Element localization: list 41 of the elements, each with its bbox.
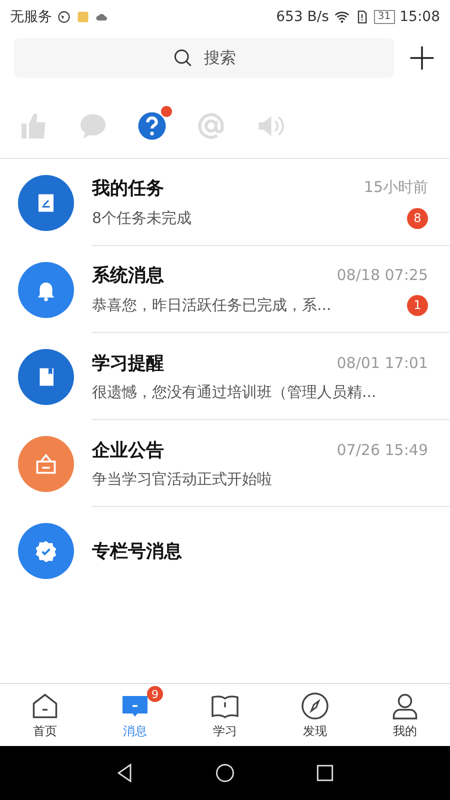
nav-tab[interactable]: 消息 9 [90,684,180,746]
battery-level: 31 [374,10,395,24]
question-icon[interactable] [137,111,167,141]
search-placeholder: 搜索 [204,48,236,68]
message-title: 企业公告 [92,438,164,462]
globe-icon [57,10,71,24]
nav-tab[interactable]: 首页 [0,684,90,746]
app-notification-icon [76,10,90,24]
message-title: 学习提醒 [92,352,164,374]
nav-tab[interactable]: 发现 [270,684,360,746]
nav-tab[interactable]: 我的 [360,684,450,746]
message-item[interactable]: 我的任务 15小时前 8个任务未完成 8 [92,159,450,246]
nav-tab[interactable]: 学习 [180,684,270,746]
clock: 15:08 [400,9,440,25]
unread-badge: 8 [407,208,428,228]
message-title: 系统消息 [92,264,164,286]
message-time: 07/26 15:49 [336,440,428,458]
message-item[interactable]: 专栏号消息 [92,507,450,594]
unread-badge: 9 [147,686,163,702]
carrier-text: 无服务 [10,8,52,26]
message-preview: 8个任务未完成 [92,208,192,228]
message-time: 08/18 07:25 [336,266,428,284]
message-item[interactable]: 学习提醒 08/01 17:01 很遗憾，您没有通过培训班（管理人员精... [92,333,450,420]
home-icon[interactable] [214,762,236,784]
message-time: 15小时前 [364,178,428,197]
wifi-icon [334,9,350,25]
search-icon [172,47,194,69]
message-time: 08/01 17:01 [336,354,428,372]
message-title: 我的任务 [92,176,164,200]
network-speed: 653 B/s [276,9,329,25]
search-field[interactable]: 搜索 [14,38,394,78]
message-title: 专栏号消息 [92,540,182,562]
message-item[interactable]: 企业公告 07/26 15:49 争当学习官活动正式开始啦 [92,420,450,507]
message-preview: 恭喜您，昨日活跃任务已完成，系... [92,296,332,314]
message-preview: 很遗憾，您没有通过培训班（管理人员精... [92,382,376,402]
discover-icon [300,690,330,720]
unread-badge: 1 [407,294,428,316]
recents-icon[interactable] [314,762,336,784]
message-item[interactable]: 系统消息 08/18 07:25 恭喜您，昨日活跃任务已完成，系... 1 [92,246,450,333]
message-preview: 争当学习官活动正式开始啦 [92,470,272,488]
add-icon[interactable] [408,44,436,72]
